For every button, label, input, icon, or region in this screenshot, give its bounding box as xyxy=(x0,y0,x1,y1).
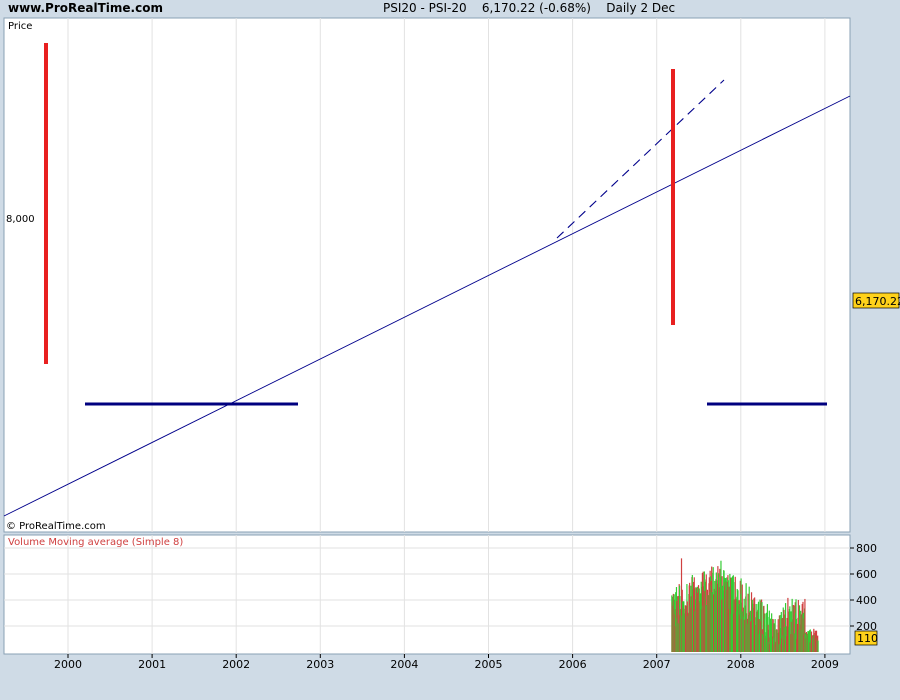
time-tick-label: 2007 xyxy=(643,658,671,671)
price-panel[interactable] xyxy=(3,17,851,533)
last-volume-badge-text: 110 xyxy=(857,632,878,645)
time-tick-label: 2005 xyxy=(475,658,503,671)
price-label: Price xyxy=(8,21,32,32)
time-tick-label: 2008 xyxy=(727,658,755,671)
chart-canvas: Price 8,000 © ProRealTime.com Volume Mov… xyxy=(3,17,900,671)
volume-tick-label: 600 xyxy=(856,568,877,581)
time-tick-label: 2003 xyxy=(306,658,334,671)
volume-label: Volume Moving average (Simple 8) xyxy=(8,537,183,548)
volume-tick-label: 800 xyxy=(856,542,877,555)
watermark: © ProRealTime.com xyxy=(6,521,106,532)
last-price-badge: 6,170.22 xyxy=(852,292,900,309)
time-tick-label: 2002 xyxy=(222,658,250,671)
time-tick-label: 2001 xyxy=(138,658,166,671)
volume-y-axis: 200400600800 xyxy=(850,542,877,633)
last-price-badge-text: 6,170.22 xyxy=(855,295,900,308)
time-tick-label: 2004 xyxy=(390,658,418,671)
time-tick-label: 2009 xyxy=(811,658,839,671)
time-x-axis: 2000 2001 2002 2003 2004 2005 2006 2007 2008 2009 xyxy=(54,654,839,671)
last-volume-badge: 110 xyxy=(854,630,878,646)
hline-label: 8,000 xyxy=(6,214,35,225)
time-tick-label: 2000 xyxy=(54,658,82,671)
time-tick-label: 2006 xyxy=(559,658,587,671)
volume-tick-label: 400 xyxy=(856,594,877,607)
